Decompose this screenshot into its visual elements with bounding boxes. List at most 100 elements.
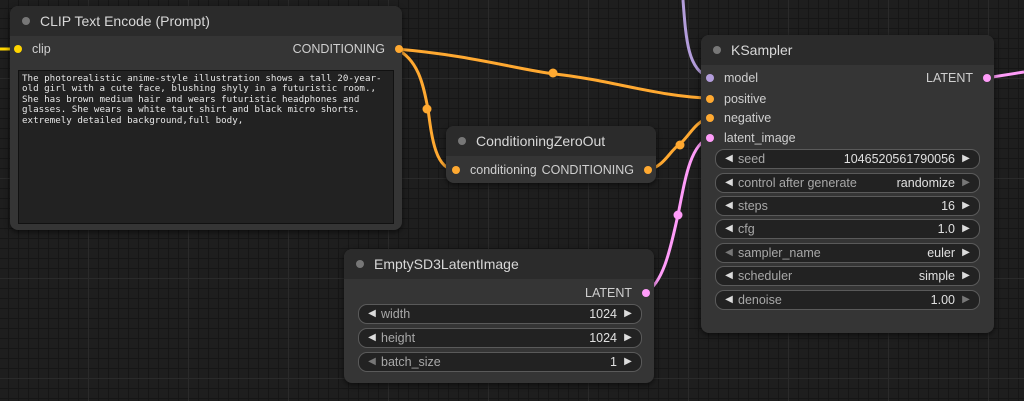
widget-label: sampler_name xyxy=(738,246,821,260)
widget-value: simple xyxy=(918,269,955,283)
left-arrow-icon[interactable]: ◀ xyxy=(722,244,736,262)
right-arrow-icon[interactable]: ▶ xyxy=(959,291,973,309)
input-slot-model[interactable]: model xyxy=(706,70,758,86)
input-pin[interactable] xyxy=(706,134,714,142)
widget-label: seed xyxy=(738,152,766,166)
output-pin[interactable] xyxy=(395,45,403,53)
node-title: KSampler xyxy=(731,42,793,58)
slot-label: CONDITIONING xyxy=(541,163,634,177)
left-arrow-icon[interactable]: ◀ xyxy=(365,305,379,323)
widget-value: 1.00 xyxy=(930,293,955,307)
output-pin[interactable] xyxy=(642,289,650,297)
left-arrow-icon[interactable]: ◀ xyxy=(722,291,736,309)
slot-label: model xyxy=(724,71,759,85)
right-arrow-icon[interactable]: ▶ xyxy=(621,329,635,347)
link-midpoint-dot[interactable] xyxy=(675,140,685,150)
widget-value: 1046520561790056 xyxy=(843,152,955,166)
ksampler-node[interactable]: KSampler model LATENT positive negative … xyxy=(701,35,994,333)
widget-value: randomize xyxy=(896,176,955,190)
input-slot-conditioning[interactable]: conditioning xyxy=(452,162,537,178)
node-title-bar[interactable]: EmptySD3LatentImage xyxy=(344,249,654,279)
output-pin[interactable] xyxy=(644,166,652,174)
output-pin[interactable] xyxy=(983,74,991,82)
sampler-name-widget[interactable]: ◀ sampler_name euler ▶ xyxy=(715,243,980,263)
batch-size-widget[interactable]: ◀ batch_size 1 ▶ xyxy=(358,352,642,372)
slot-label: LATENT xyxy=(585,286,632,300)
widget-value: 1 xyxy=(610,355,617,369)
slot-label: CONDITIONING xyxy=(292,42,385,56)
node-title-bar[interactable]: CLIP Text Encode (Prompt) xyxy=(10,6,402,36)
left-arrow-icon[interactable]: ◀ xyxy=(722,197,736,215)
node-title: CLIP Text Encode (Prompt) xyxy=(40,13,210,29)
input-pin[interactable] xyxy=(706,95,714,103)
prompt-textarea[interactable]: The photorealistic anime-style illustrat… xyxy=(18,70,394,224)
control-after-generate-widget[interactable]: ◀ control after generate randomize ▶ xyxy=(715,173,980,193)
input-pin[interactable] xyxy=(706,114,714,122)
dot-icon[interactable] xyxy=(713,46,721,54)
conditioning-zero-out-node[interactable]: ConditioningZeroOut conditioning CONDITI… xyxy=(446,126,656,183)
left-arrow-icon[interactable]: ◀ xyxy=(365,329,379,347)
widget-value: 16 xyxy=(941,199,955,213)
input-pin[interactable] xyxy=(706,74,714,82)
widget-label: batch_size xyxy=(381,355,441,369)
left-arrow-icon[interactable]: ◀ xyxy=(365,353,379,371)
output-slot-conditioning[interactable]: CONDITIONING xyxy=(542,162,652,178)
input-slot-positive[interactable]: positive xyxy=(706,91,766,107)
widget-label: width xyxy=(381,307,411,321)
link-midpoint-dot[interactable] xyxy=(422,104,432,114)
slot-label: clip xyxy=(32,42,51,56)
input-slot-latent-image[interactable]: latent_image xyxy=(706,130,796,146)
node-title-bar[interactable]: ConditioningZeroOut xyxy=(446,126,656,156)
cfg-widget[interactable]: ◀ cfg 1.0 ▶ xyxy=(715,219,980,239)
left-arrow-icon[interactable]: ◀ xyxy=(722,267,736,285)
slot-label: conditioning xyxy=(470,163,537,177)
clip-text-encode-node[interactable]: CLIP Text Encode (Prompt) clip CONDITION… xyxy=(10,6,403,230)
right-arrow-icon[interactable]: ▶ xyxy=(621,305,635,323)
dot-icon[interactable] xyxy=(356,260,364,268)
seed-widget[interactable]: ◀ seed 1046520561790056 ▶ xyxy=(715,149,980,169)
slot-label: LATENT xyxy=(926,71,973,85)
output-slot-latent[interactable]: LATENT xyxy=(926,70,991,86)
input-slot-negative[interactable]: negative xyxy=(706,110,771,126)
empty-sd3-latent-image-node[interactable]: EmptySD3LatentImage LATENT ◀ width 1024 … xyxy=(344,249,654,383)
widget-value: euler xyxy=(927,246,955,260)
widget-label: steps xyxy=(738,199,768,213)
slot-label: negative xyxy=(724,111,772,125)
node-title: EmptySD3LatentImage xyxy=(374,256,519,272)
slot-label: latent_image xyxy=(724,131,796,145)
input-slot-clip[interactable]: clip xyxy=(14,41,51,57)
dot-icon[interactable] xyxy=(458,137,466,145)
width-widget[interactable]: ◀ width 1024 ▶ xyxy=(358,304,642,324)
right-arrow-icon[interactable]: ▶ xyxy=(959,267,973,285)
right-arrow-icon[interactable]: ▶ xyxy=(959,150,973,168)
scheduler-widget[interactable]: ◀ scheduler simple ▶ xyxy=(715,266,980,286)
output-slot-latent[interactable]: LATENT xyxy=(585,285,650,301)
left-arrow-icon[interactable]: ◀ xyxy=(722,150,736,168)
node-title: ConditioningZeroOut xyxy=(476,133,606,149)
left-arrow-icon[interactable]: ◀ xyxy=(722,174,736,192)
widget-value: 1024 xyxy=(589,331,617,345)
widget-label: scheduler xyxy=(738,269,793,283)
input-pin[interactable] xyxy=(14,45,22,53)
slot-label: positive xyxy=(724,92,767,106)
right-arrow-icon[interactable]: ▶ xyxy=(959,244,973,262)
dot-icon[interactable] xyxy=(22,17,30,25)
right-arrow-icon[interactable]: ▶ xyxy=(621,353,635,371)
link-midpoint-dot[interactable] xyxy=(673,210,683,220)
widget-label: height xyxy=(381,331,416,345)
widget-label: control after generate xyxy=(738,176,857,190)
link-midpoint-dot[interactable] xyxy=(548,68,558,78)
height-widget[interactable]: ◀ height 1024 ▶ xyxy=(358,328,642,348)
left-arrow-icon[interactable]: ◀ xyxy=(722,220,736,238)
right-arrow-icon[interactable]: ▶ xyxy=(959,220,973,238)
steps-widget[interactable]: ◀ steps 16 ▶ xyxy=(715,196,980,216)
right-arrow-icon[interactable]: ▶ xyxy=(959,197,973,215)
node-title-bar[interactable]: KSampler xyxy=(701,35,994,65)
right-arrow-icon[interactable]: ▶ xyxy=(959,174,973,192)
widget-value: 1024 xyxy=(589,307,617,321)
widget-value: 1.0 xyxy=(937,222,955,236)
input-pin[interactable] xyxy=(452,166,460,174)
output-slot-conditioning[interactable]: CONDITIONING xyxy=(293,41,403,57)
widget-label: cfg xyxy=(738,222,755,236)
denoise-widget[interactable]: ◀ denoise 1.00 ▶ xyxy=(715,290,980,310)
